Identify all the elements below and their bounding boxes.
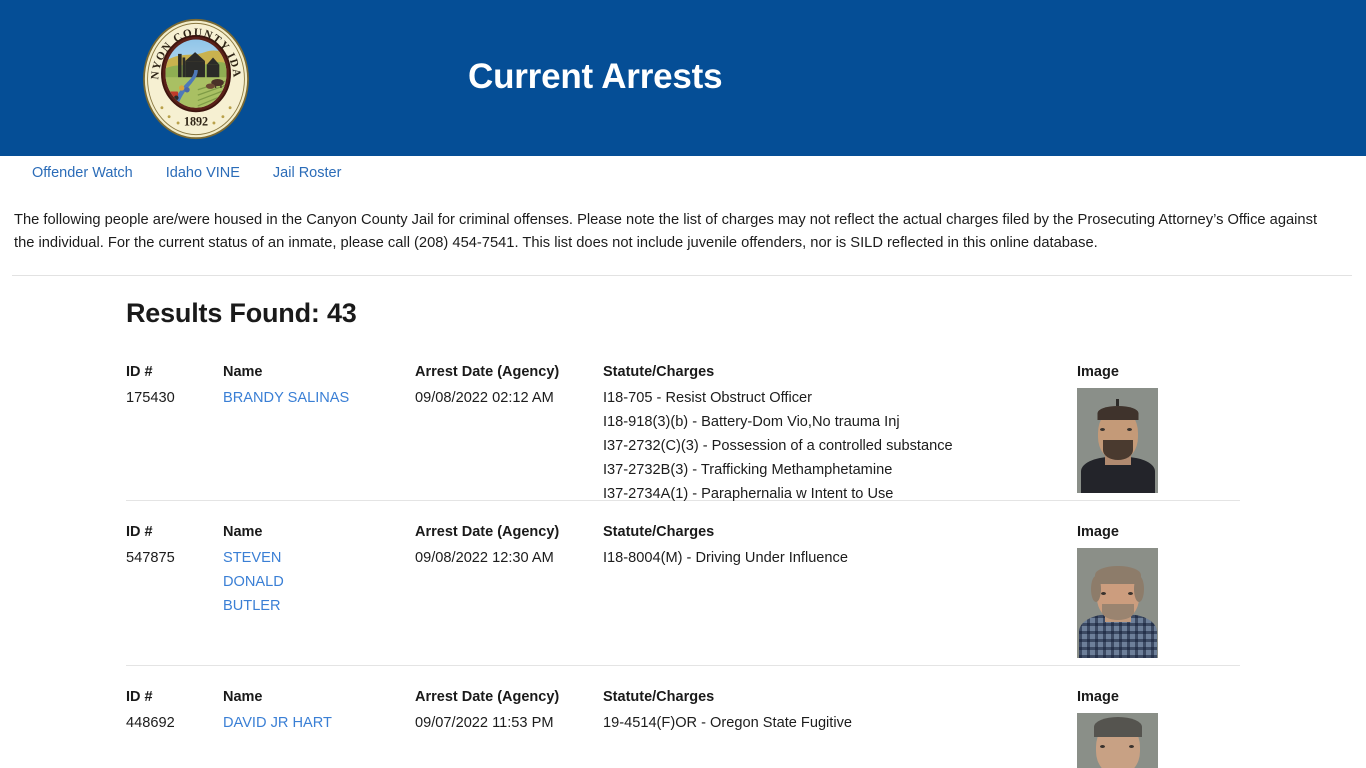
- record-arrest-date-value: 09/08/2022 02:12 AM: [415, 389, 554, 406]
- record-arrest-date-value: 09/08/2022 12:30 AM: [415, 549, 554, 566]
- column-header-name: Name: [223, 688, 263, 705]
- column-header-image: Image: [1077, 363, 1119, 380]
- column-header-arrest-date: Arrest Date (Agency): [415, 363, 560, 380]
- mugshot-image[interactable]: [1077, 387, 1158, 493]
- record-name-link[interactable]: STEVEN DONALD BUTLER: [223, 546, 343, 618]
- disclaimer-text: The following people are/were housed in …: [14, 211, 1318, 251]
- column-header-id: ID #: [126, 688, 153, 705]
- column-header-id: ID #: [126, 363, 153, 380]
- record-id-value: 448692: [126, 714, 175, 731]
- record-name-link[interactable]: DAVID JR HART: [223, 711, 408, 735]
- record-id-column: ID # 547875: [126, 522, 216, 570]
- column-header-name: Name: [223, 363, 263, 380]
- charge-item: 19-4514(F)OR - Oregon State Fugitive: [603, 714, 853, 731]
- nav-link-jail-roster[interactable]: Jail Roster: [273, 165, 342, 181]
- column-header-image: Image: [1077, 523, 1119, 540]
- page-title: Current Arrests: [468, 57, 723, 96]
- record-id-value: 547875: [126, 549, 175, 566]
- charge-item: I18-705 - Resist Obstruct Officer: [603, 389, 812, 406]
- record-charges-column: Statute/Charges I18-705 - Resist Obstruc…: [603, 362, 1063, 506]
- mugshot-image[interactable]: [1077, 547, 1158, 658]
- record-id-value: 175430: [126, 389, 175, 406]
- record-name-column: Name STEVEN DONALD BUTLER: [223, 522, 408, 618]
- section-divider: [12, 274, 1352, 276]
- seal-year-text: 1892: [184, 115, 208, 129]
- record-name-link[interactable]: BRANDY SALINAS: [223, 386, 408, 410]
- column-header-id: ID #: [126, 523, 153, 540]
- record-arrest-date-value: 09/07/2022 11:53 PM: [415, 714, 554, 731]
- record-charges-column: Statute/Charges 19-4514(F)OR - Oregon St…: [603, 687, 1063, 735]
- nav-link-offender-watch[interactable]: Offender Watch: [32, 165, 133, 181]
- record-date-column: Arrest Date (Agency) 09/08/2022 02:12 AM: [415, 362, 595, 410]
- page-header-banner: CANYON COUNTY IDAHO 1892 Current Arrests: [0, 0, 1366, 156]
- secondary-nav: Offender Watch Idaho VINE Jail Roster: [0, 156, 1366, 190]
- record-name-column: Name BRANDY SALINAS: [223, 362, 408, 410]
- column-header-image: Image: [1077, 688, 1119, 705]
- record-image-column: Image: [1077, 687, 1237, 768]
- table-row: ID # 448692 Name DAVID JR HART Arrest Da…: [126, 687, 1240, 768]
- column-header-arrest-date: Arrest Date (Agency): [415, 523, 560, 540]
- column-header-charges: Statute/Charges: [603, 523, 715, 540]
- arrest-records-list: ID # 175430 Name BRANDY SALINAS Arrest D…: [0, 362, 1366, 768]
- column-header-name: Name: [223, 523, 263, 540]
- record-image-column: Image: [1077, 362, 1237, 493]
- table-row: ID # 175430 Name BRANDY SALINAS Arrest D…: [126, 362, 1240, 502]
- record-name-column: Name DAVID JR HART: [223, 687, 408, 735]
- record-id-column: ID # 448692: [126, 687, 216, 735]
- record-date-column: Arrest Date (Agency) 09/07/2022 11:53 PM: [415, 687, 595, 735]
- column-header-charges: Statute/Charges: [603, 363, 715, 380]
- table-row: ID # 547875 Name STEVEN DONALD BUTLER Ar…: [126, 522, 1240, 666]
- results-count-heading: Results Found: 43: [126, 297, 357, 328]
- column-header-arrest-date: Arrest Date (Agency): [415, 688, 560, 705]
- charge-item: I37-2732(C)(3) - Possession of a control…: [603, 437, 953, 454]
- charge-item: I37-2734A(1) - Paraphernalia w Intent to…: [603, 485, 894, 502]
- record-date-column: Arrest Date (Agency) 09/08/2022 12:30 AM: [415, 522, 595, 570]
- charge-item: I18-8004(M) - Driving Under Influence: [603, 549, 848, 566]
- record-charges-column: Statute/Charges I18-8004(M) - Driving Un…: [603, 522, 1063, 570]
- record-image-column: Image: [1077, 522, 1237, 658]
- column-header-charges: Statute/Charges: [603, 688, 715, 705]
- record-id-column: ID # 175430: [126, 362, 216, 410]
- charge-item: I18-918(3)(b) - Battery-Dom Vio,No traum…: [603, 413, 900, 430]
- canyon-county-seal-logo: CANYON COUNTY IDAHO 1892: [128, 18, 264, 140]
- charge-item: I37-2732B(3) - Trafficking Methamphetami…: [603, 461, 893, 478]
- mugshot-image[interactable]: [1077, 712, 1158, 768]
- nav-link-idaho-vine[interactable]: Idaho VINE: [166, 165, 240, 181]
